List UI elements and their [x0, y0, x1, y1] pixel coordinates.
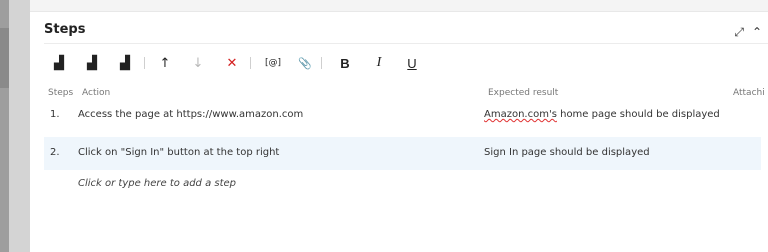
- move-up-button[interactable]: ↑: [156, 54, 174, 72]
- arrow-down-icon: ↓: [192, 55, 204, 71]
- italic-button[interactable]: I: [370, 54, 388, 72]
- insert-step-button[interactable]: ▟: [50, 54, 68, 72]
- background-window-strip: [0, 0, 30, 252]
- panel-header-actions: ⤢ ⌃: [734, 25, 762, 39]
- delete-step-button[interactable]: ✕: [223, 54, 241, 72]
- move-down-button[interactable]: ↓: [189, 54, 207, 72]
- create-shared-steps-button[interactable]: ▟: [116, 54, 134, 72]
- step-number: 2.: [50, 147, 60, 158]
- arrow-up-icon: ↑: [159, 55, 171, 71]
- collapse-icon[interactable]: ⌃: [752, 25, 762, 39]
- column-header-steps: Steps: [48, 88, 74, 98]
- panel-title: Steps: [44, 22, 86, 37]
- background-window-body: [9, 0, 30, 252]
- insert-shared-steps-button[interactable]: ▟: [83, 54, 101, 72]
- step-row-selected[interactable]: 2. Click on "Sign In" button at the top …: [44, 137, 761, 170]
- column-header-expected-result: Expected result: [488, 88, 559, 98]
- italic-icon: I: [376, 55, 382, 70]
- column-header-action: Action: [82, 88, 111, 98]
- underline-icon: U: [407, 55, 417, 71]
- misspelled-word: Amazon.com's: [484, 109, 557, 120]
- attach-file-button[interactable]: 📎: [296, 54, 314, 72]
- bold-button[interactable]: B: [336, 54, 354, 72]
- panel-top-band: [30, 0, 768, 12]
- add-step-placeholder[interactable]: Click or type here to add a step: [78, 178, 236, 189]
- insert-shared-steps-icon: ▟: [87, 55, 97, 71]
- step-action[interactable]: Access the page at https://www.amazon.co…: [78, 109, 303, 120]
- background-window-block: [0, 28, 9, 88]
- step-number: 1.: [50, 109, 60, 120]
- column-header-attachments: Attachi: [733, 88, 765, 98]
- expand-icon[interactable]: ⤢: [734, 25, 744, 39]
- bold-icon: B: [340, 55, 350, 71]
- expected-result-text: home page should be displayed: [556, 109, 720, 120]
- insert-step-icon: ▟: [54, 55, 64, 71]
- steps-panel: Steps ⤢ ⌃ ▟ ▟ ▟ ↑ ↓ ✕ [@] 📎 B I U Steps …: [30, 12, 768, 252]
- toolbar-separator: [250, 57, 251, 69]
- paperclip-icon: 📎: [298, 56, 312, 70]
- delete-x-icon: ✕: [226, 55, 238, 71]
- toolbar-separator: [144, 57, 145, 69]
- step-expected-result[interactable]: Amazon.com's home page should be display…: [484, 109, 720, 120]
- step-row[interactable]: 1. Access the page at https://www.amazon…: [44, 99, 761, 132]
- underline-button[interactable]: U: [403, 54, 421, 72]
- create-shared-steps-icon: ▟: [120, 55, 130, 71]
- toolbar-separator: [321, 57, 322, 69]
- header-divider: [44, 43, 768, 44]
- insert-parameter-button[interactable]: [@]: [262, 54, 284, 72]
- parameter-icon: [@]: [264, 58, 282, 68]
- step-action[interactable]: Click on "Sign In" button at the top rig…: [78, 147, 279, 158]
- step-expected-result[interactable]: Sign In page should be displayed: [484, 147, 650, 158]
